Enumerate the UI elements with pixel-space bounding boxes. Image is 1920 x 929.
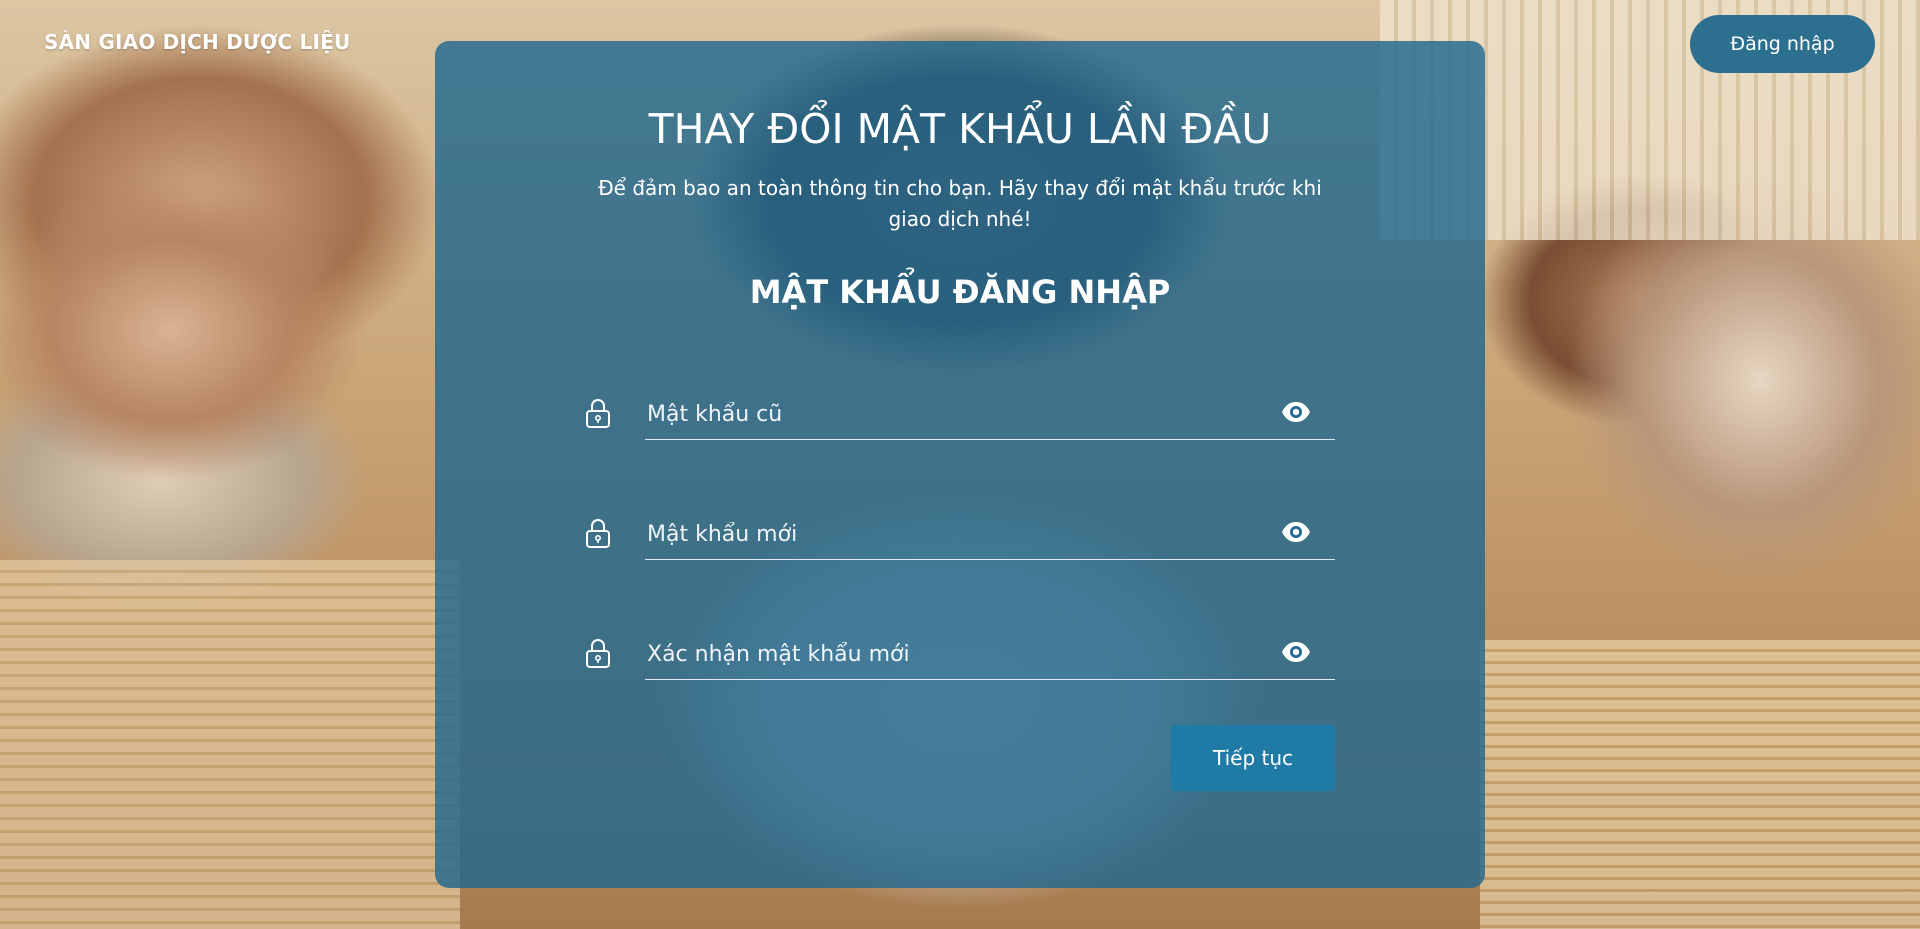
section-title: MẬT KHẨU ĐĂNG NHẬP [749,273,1171,311]
page-title: THAY ĐỔI MẬT KHẨU LẦN ĐẦU [648,105,1272,153]
brand-logo-text[interactable]: SÀN GIAO DỊCH DƯỢC LIỆU [44,30,350,54]
new-password-field [585,507,1335,560]
background-basket [1480,640,1920,929]
login-button[interactable]: Đăng nhập [1690,15,1875,73]
lock-icon [586,399,610,428]
change-password-card: THAY ĐỔI MẬT KHẨU LẦN ĐẦU Để đảm bao an … [435,41,1485,888]
eye-icon[interactable] [1281,401,1311,423]
continue-button[interactable]: Tiếp tục [1171,725,1335,791]
confirm-password-field [585,627,1335,680]
lock-icon [586,519,610,548]
page-subtitle: Để đảm bao an toàn thông tin cho bạn. Hã… [598,176,1322,231]
eye-icon[interactable] [1281,521,1311,543]
new-password-input[interactable] [645,513,1249,555]
eye-icon[interactable] [1281,641,1311,663]
old-password-field [585,387,1335,440]
old-password-input[interactable] [645,393,1249,435]
lock-icon [586,639,610,668]
confirm-password-input[interactable] [645,633,1249,675]
page: SÀN GIAO DỊCH DƯỢC LIỆU Đăng nhập THAY Đ… [0,0,1920,929]
